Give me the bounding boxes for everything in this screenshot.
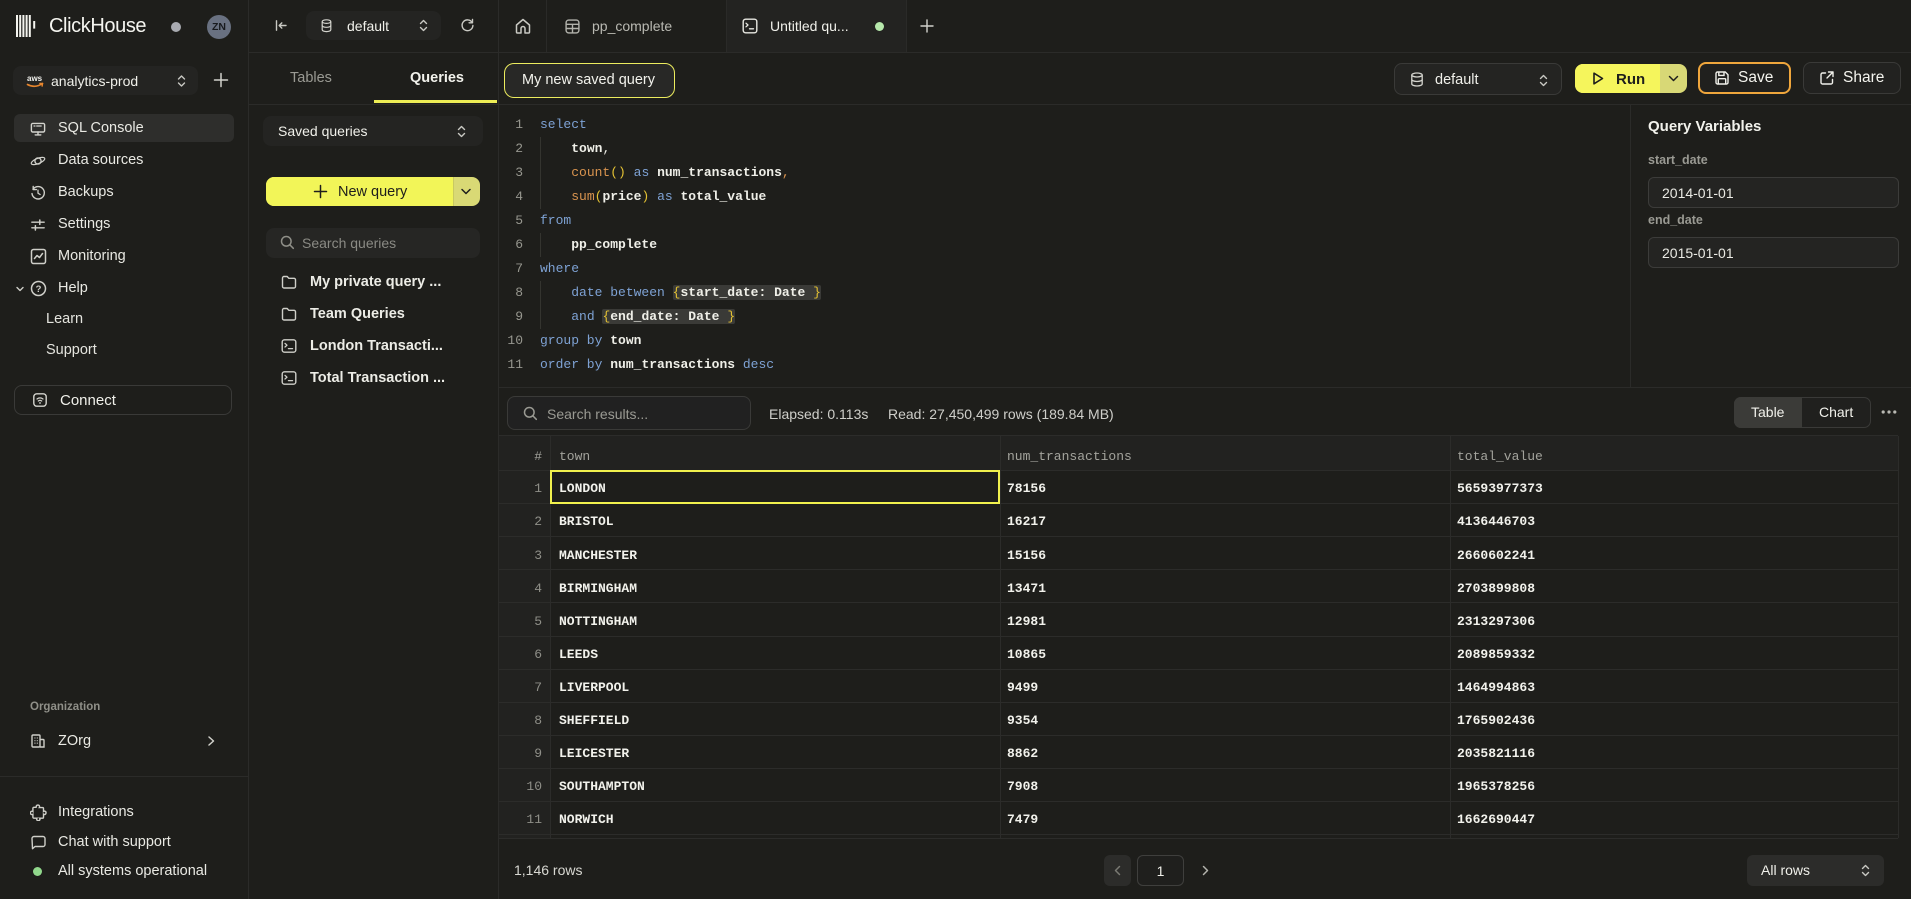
svg-text:aws: aws [27, 74, 43, 83]
svg-text:?: ? [36, 284, 42, 295]
